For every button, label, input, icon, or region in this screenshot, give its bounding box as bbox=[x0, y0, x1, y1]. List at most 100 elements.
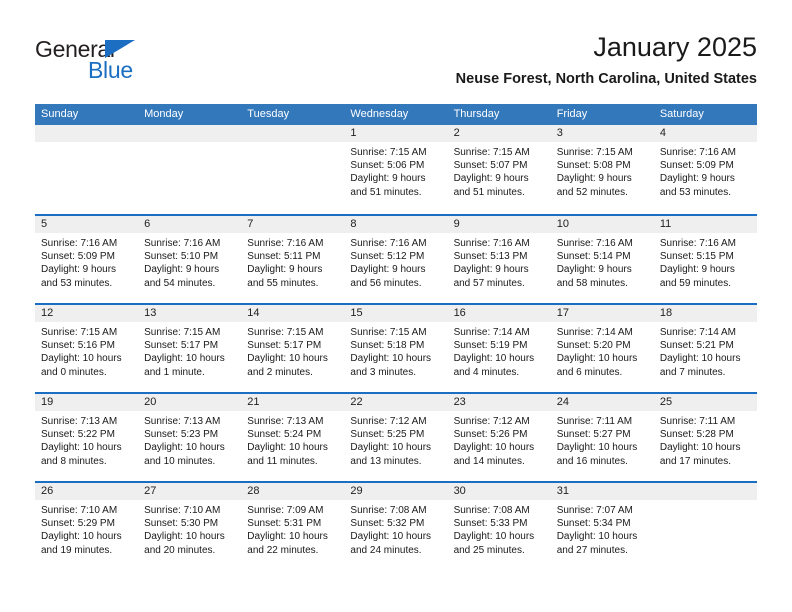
sunset-text: Sunset: 5:09 PM bbox=[41, 251, 115, 263]
calendar-day-cell-empty bbox=[653, 483, 757, 570]
day-number: 6 bbox=[138, 216, 242, 233]
daylight-text-line-1: Daylight: 10 hours bbox=[144, 442, 225, 454]
calendar-day-cell[interactable]: 18 Sunrise: 7:14 AM Sunset: 5:21 PM Dayligh… bbox=[653, 305, 757, 392]
sunset-text: Sunset: 5:08 PM bbox=[556, 160, 631, 172]
calendar-day-cell[interactable]: 23 Sunrise: 7:12 AM Sunset: 5:26 PM Dayligh… bbox=[447, 394, 551, 481]
calendar-day-cell[interactable]: 26 Sunrise: 7:10 AM Sunset: 5:29 PM Dayligh… bbox=[35, 483, 139, 570]
calendar-day-cell[interactable]: 7 Sunrise: 7:16 AM Sunset: 5:11 PM Daylight… bbox=[241, 216, 345, 303]
day-number: 25 bbox=[653, 394, 757, 411]
daylight-text-line-1: Daylight: 9 hours bbox=[41, 264, 117, 276]
calendar-day-cell[interactable]: 22 Sunrise: 7:12 AM Sunset: 5:25 PM Dayligh… bbox=[344, 394, 448, 481]
day-details: Sunrise: 7:14 AM Sunset: 5:20 PM Daylight:… bbox=[551, 322, 654, 379]
calendar-day-cell[interactable]: 31 Sunrise: 7:07 AM Sunset: 5:34 PM Dayligh… bbox=[550, 483, 654, 570]
calendar-grid: Sunday Monday Tuesday Wednesday Thursday… bbox=[35, 104, 757, 570]
sunset-text: Sunset: 5:21 PM bbox=[659, 340, 734, 352]
day-number: 9 bbox=[447, 216, 551, 233]
calendar-day-cell[interactable]: 5 Sunrise: 7:16 AM Sunset: 5:09 PM Daylight… bbox=[35, 216, 139, 303]
day-number: 16 bbox=[447, 305, 551, 322]
sunset-text: Sunset: 5:24 PM bbox=[247, 429, 322, 441]
calendar-day-cell[interactable]: 16 Sunrise: 7:14 AM Sunset: 5:19 PM Dayligh… bbox=[447, 305, 551, 392]
day-details: Sunrise: 7:15 AM Sunset: 5:07 PM Daylight:… bbox=[448, 142, 551, 199]
daylight-text-line-2: and 56 minutes. bbox=[350, 277, 422, 289]
calendar-day-cell[interactable]: 21 Sunrise: 7:13 AM Sunset: 5:24 PM Dayligh… bbox=[241, 394, 345, 481]
calendar-day-cell[interactable]: 8 Sunrise: 7:16 AM Sunset: 5:12 PM Daylight… bbox=[344, 216, 448, 303]
sunrise-text: Sunrise: 7:14 AM bbox=[659, 327, 736, 338]
daylight-text-line-2: and 1 minute. bbox=[144, 366, 205, 378]
calendar-day-cell[interactable]: 9 Sunrise: 7:16 AM Sunset: 5:13 PM Daylight… bbox=[447, 216, 551, 303]
daylight-text-line-2: and 20 minutes. bbox=[144, 544, 216, 556]
calendar-day-cell[interactable]: 6 Sunrise: 7:16 AM Sunset: 5:10 PM Daylight… bbox=[138, 216, 242, 303]
calendar-week-row: 5 Sunrise: 7:16 AM Sunset: 5:09 PM Daylight… bbox=[35, 214, 757, 303]
calendar-day-cell[interactable]: 14 Sunrise: 7:15 AM Sunset: 5:17 PM Dayligh… bbox=[241, 305, 345, 392]
sunrise-text: Sunrise: 7:13 AM bbox=[247, 416, 324, 427]
sunset-text: Sunset: 5:11 PM bbox=[247, 251, 321, 263]
calendar-day-cell[interactable]: 17 Sunrise: 7:14 AM Sunset: 5:20 PM Dayligh… bbox=[550, 305, 654, 392]
sunset-text: Sunset: 5:06 PM bbox=[350, 160, 425, 172]
daylight-text-line-2: and 17 minutes. bbox=[659, 455, 732, 467]
daylight-text-line-1: Daylight: 10 hours bbox=[41, 531, 122, 543]
daylight-text-line-1: Daylight: 9 hours bbox=[247, 264, 323, 276]
sunset-text: Sunset: 5:25 PM bbox=[350, 429, 425, 441]
daylight-text-line-1: Daylight: 10 hours bbox=[556, 531, 638, 543]
daylight-text-line-1: Daylight: 9 hours bbox=[453, 173, 529, 185]
calendar-day-cell[interactable]: 24 Sunrise: 7:11 AM Sunset: 5:27 PM Dayligh… bbox=[550, 394, 654, 481]
day-number: 17 bbox=[550, 305, 654, 322]
calendar-day-cell[interactable]: 1 Sunrise: 7:15 AM Sunset: 5:06 PM Daylight… bbox=[344, 125, 448, 214]
calendar-day-cell[interactable]: 12 Sunrise: 7:15 AM Sunset: 5:16 PM Dayligh… bbox=[35, 305, 139, 392]
calendar-day-cell[interactable]: 13 Sunrise: 7:15 AM Sunset: 5:17 PM Dayligh… bbox=[138, 305, 242, 392]
general-blue-logo[interactable]: General Blue bbox=[35, 36, 215, 84]
day-details bbox=[35, 142, 138, 146]
daylight-text-line-1: Daylight: 10 hours bbox=[556, 442, 638, 454]
daylight-text-line-1: Daylight: 9 hours bbox=[350, 264, 426, 276]
day-number: 8 bbox=[344, 216, 448, 233]
sunset-text: Sunset: 5:23 PM bbox=[144, 429, 219, 441]
sunset-text: Sunset: 5:29 PM bbox=[41, 518, 115, 530]
calendar-day-cell[interactable]: 3 Sunrise: 7:15 AM Sunset: 5:08 PM Daylight… bbox=[550, 125, 654, 214]
day-number: 1 bbox=[344, 125, 448, 142]
day-details: Sunrise: 7:16 AM Sunset: 5:11 PM Daylight:… bbox=[241, 233, 344, 290]
daylight-text-line-1: Daylight: 9 hours bbox=[350, 173, 426, 185]
sunset-text: Sunset: 5:22 PM bbox=[41, 429, 115, 441]
sunset-text: Sunset: 5:13 PM bbox=[453, 251, 528, 263]
sunrise-text: Sunrise: 7:11 AM bbox=[556, 416, 633, 427]
calendar-day-cell[interactable]: 4 Sunrise: 7:16 AM Sunset: 5:09 PM Daylight… bbox=[653, 125, 757, 214]
calendar-day-cell[interactable]: 15 Sunrise: 7:15 AM Sunset: 5:18 PM Dayligh… bbox=[344, 305, 448, 392]
daylight-text-line-2: and 8 minutes. bbox=[41, 455, 107, 467]
title-block: January 2025 Neuse Forest, North Carolin… bbox=[456, 30, 757, 88]
calendar-day-cell[interactable]: 11 Sunrise: 7:16 AM Sunset: 5:15 PM Dayligh… bbox=[653, 216, 757, 303]
calendar-day-cell-empty bbox=[35, 125, 139, 214]
daylight-text-line-1: Daylight: 10 hours bbox=[453, 531, 535, 543]
day-number: 5 bbox=[35, 216, 139, 233]
calendar-week-row: 19 Sunrise: 7:13 AM Sunset: 5:22 PM Dayligh… bbox=[35, 392, 757, 481]
weekday-header-saturday: Saturday bbox=[659, 108, 704, 120]
sunrise-text: Sunrise: 7:16 AM bbox=[247, 238, 324, 249]
calendar-day-cell[interactable]: 10 Sunrise: 7:16 AM Sunset: 5:14 PM Dayligh… bbox=[550, 216, 654, 303]
calendar-day-cell[interactable]: 20 Sunrise: 7:13 AM Sunset: 5:23 PM Dayligh… bbox=[138, 394, 242, 481]
day-number: 14 bbox=[241, 305, 345, 322]
calendar-day-cell[interactable]: 29 Sunrise: 7:08 AM Sunset: 5:32 PM Dayligh… bbox=[344, 483, 448, 570]
day-number: 28 bbox=[241, 483, 345, 500]
day-details: Sunrise: 7:10 AM Sunset: 5:30 PM Daylight:… bbox=[138, 500, 241, 557]
sunrise-text: Sunrise: 7:16 AM bbox=[453, 238, 530, 249]
daylight-text-line-1: Daylight: 9 hours bbox=[556, 173, 632, 185]
daylight-text-line-2: and 57 minutes. bbox=[453, 277, 525, 289]
sunrise-text: Sunrise: 7:16 AM bbox=[144, 238, 221, 249]
day-details: Sunrise: 7:15 AM Sunset: 5:17 PM Daylight:… bbox=[138, 322, 241, 379]
calendar-day-cell[interactable]: 19 Sunrise: 7:13 AM Sunset: 5:22 PM Dayligh… bbox=[35, 394, 139, 481]
calendar-day-cell[interactable]: 25 Sunrise: 7:11 AM Sunset: 5:28 PM Dayligh… bbox=[653, 394, 757, 481]
sunrise-text: Sunrise: 7:15 AM bbox=[453, 147, 530, 158]
calendar-day-cell[interactable]: 28 Sunrise: 7:09 AM Sunset: 5:31 PM Dayligh… bbox=[241, 483, 345, 570]
calendar-day-cell-empty bbox=[241, 125, 345, 214]
day-details: Sunrise: 7:16 AM Sunset: 5:15 PM Daylight:… bbox=[654, 233, 757, 290]
daylight-text-line-2: and 59 minutes. bbox=[659, 277, 732, 289]
daylight-text-line-2: and 19 minutes. bbox=[41, 544, 113, 556]
sunset-text: Sunset: 5:28 PM bbox=[659, 429, 734, 441]
calendar-day-cell[interactable]: 27 Sunrise: 7:10 AM Sunset: 5:30 PM Dayligh… bbox=[138, 483, 242, 570]
day-number: 30 bbox=[447, 483, 551, 500]
daylight-text-line-2: and 7 minutes. bbox=[659, 366, 726, 378]
day-number: 21 bbox=[241, 394, 345, 411]
calendar-day-cell[interactable]: 2 Sunrise: 7:15 AM Sunset: 5:07 PM Daylight… bbox=[447, 125, 551, 214]
sunrise-text: Sunrise: 7:10 AM bbox=[41, 505, 118, 516]
sunrise-text: Sunrise: 7:15 AM bbox=[350, 147, 427, 158]
calendar-day-cell[interactable]: 30 Sunrise: 7:08 AM Sunset: 5:33 PM Dayligh… bbox=[447, 483, 551, 570]
